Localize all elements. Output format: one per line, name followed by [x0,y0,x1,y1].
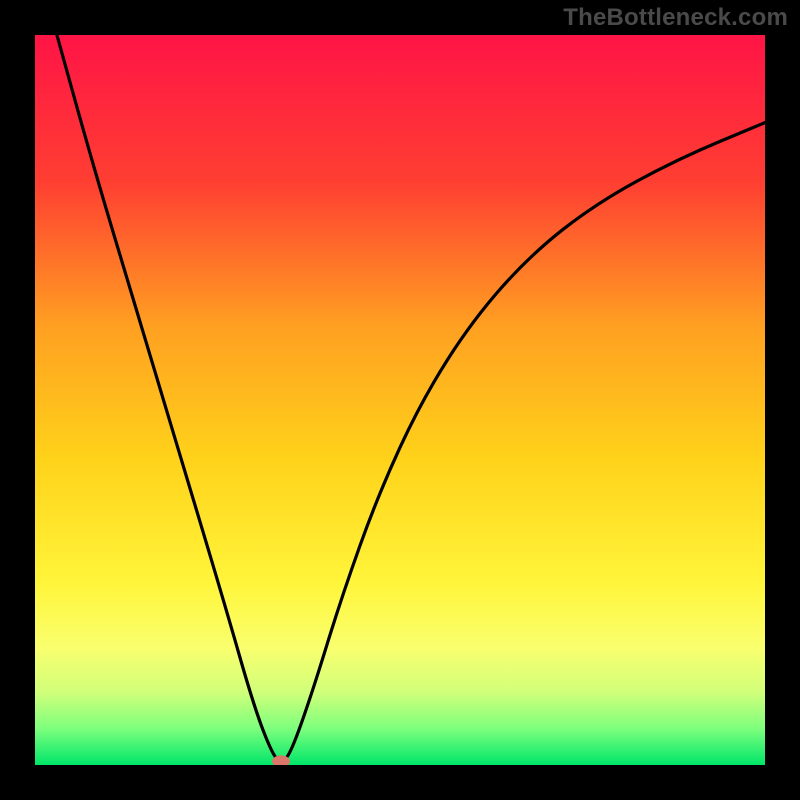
chart-frame: TheBottleneck.com [0,0,800,800]
bottleneck-chart [35,35,765,765]
chart-background [35,35,765,765]
watermark-text: TheBottleneck.com [563,4,788,32]
